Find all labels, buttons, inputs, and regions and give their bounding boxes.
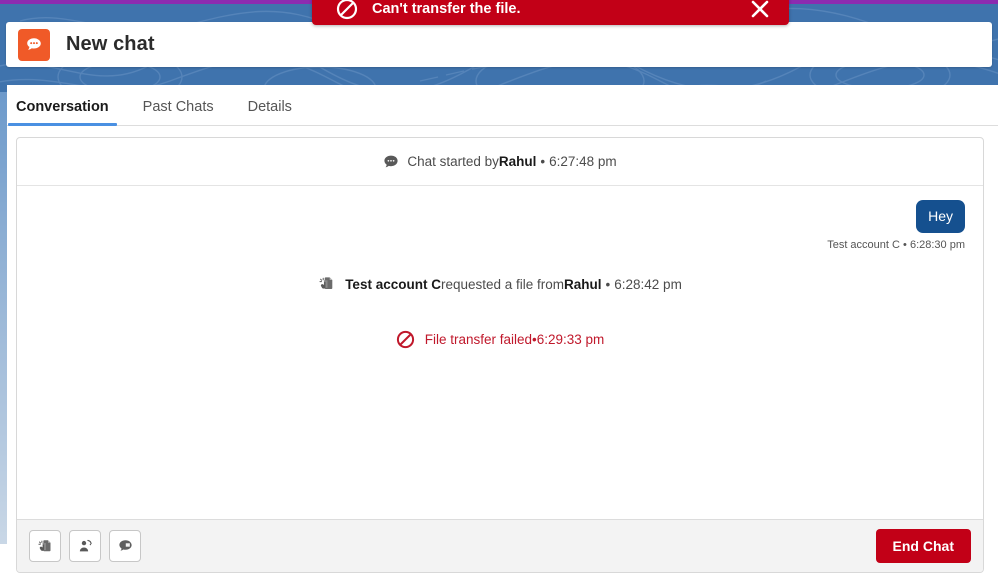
request-file-button[interactable] (29, 530, 61, 562)
page-title: New chat (66, 33, 155, 55)
tab-conversation[interactable]: Conversation (8, 99, 117, 126)
main-panel: Conversation Past Chats Details Chat sta… (7, 85, 998, 573)
error-toast: Can't transfer the file. (312, 0, 789, 25)
conversation-card: Chat started by Rahul • 6:27:48 pm Hey T… (16, 137, 984, 573)
conversation-footer: End Chat (17, 519, 983, 572)
message-separator: • (903, 239, 907, 251)
background-left-edge (0, 92, 7, 544)
chat-started-separator: • (540, 154, 546, 169)
message-bubble: Hey (916, 200, 965, 233)
tab-details[interactable]: Details (248, 99, 292, 125)
chat-header: New chat (6, 22, 992, 67)
system-separator: • (605, 276, 611, 292)
chat-bubble-icon (383, 154, 399, 170)
toast-message: Can't transfer the file. (372, 0, 521, 17)
chat-started-prefix: Chat started by (407, 154, 499, 169)
chat-started-actor: Rahul (498, 154, 537, 169)
message-meta: Test account C • 6:28:30 pm (827, 239, 965, 251)
message-outgoing: Hey Test account C • 6:28:30 pm (35, 200, 965, 251)
no-entry-icon (336, 0, 358, 20)
quick-text-button[interactable] (109, 530, 141, 562)
file-request-icon (37, 539, 51, 551)
message-author: Test account C (827, 239, 900, 251)
chat-started-row: Chat started by Rahul • 6:27:48 pm (17, 138, 983, 186)
footer-tool-group (29, 530, 141, 562)
system-time: 6:28:42 pm (614, 276, 682, 292)
system-target: Rahul (564, 276, 602, 292)
file-request-icon (318, 275, 336, 293)
message-error-file-transfer: File transfer failed • 6:29:33 pm (35, 330, 965, 349)
error-time: 6:29:33 pm (536, 332, 605, 347)
transfer-chat-button[interactable] (69, 530, 101, 562)
error-text: File transfer failed (424, 332, 532, 347)
chat-started-time: 6:27:48 pm (549, 154, 617, 169)
close-icon[interactable] (749, 0, 771, 20)
person-transfer-icon (79, 539, 92, 551)
message-list: Hey Test account C • 6:28:30 pm Test acc… (17, 186, 983, 519)
no-entry-icon (396, 330, 415, 349)
end-chat-button[interactable]: End Chat (875, 529, 971, 563)
tab-bar: Conversation Past Chats Details (7, 85, 998, 126)
tab-past-chats[interactable]: Past Chats (143, 99, 214, 125)
chat-bubble-icon (118, 539, 132, 551)
system-actor: Test account C (345, 276, 441, 292)
message-time: 6:28:30 pm (909, 239, 965, 251)
message-system-file-request: Test account C requested a file from Rah… (35, 275, 965, 293)
chat-app-icon (18, 28, 50, 61)
system-middle-text: requested a file from (440, 276, 565, 292)
